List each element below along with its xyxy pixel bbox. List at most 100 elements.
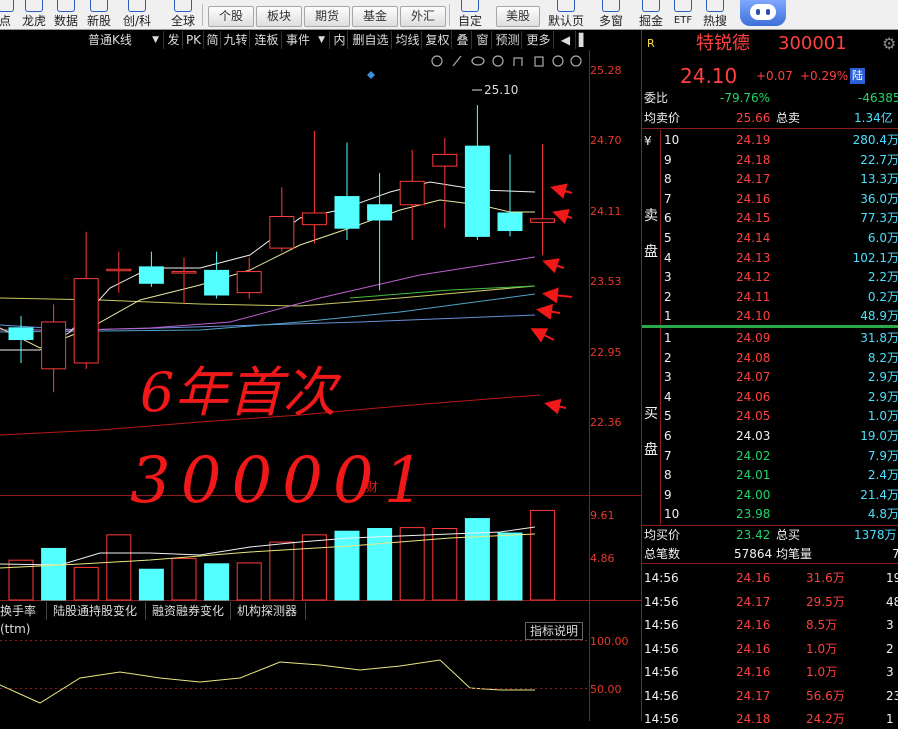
buy-level-row[interactable]: 5 24.05 1.0万: [642, 406, 898, 426]
toolbar-item-5[interactable]: 全球: [168, 0, 198, 30]
candle-body[interactable]: [464, 145, 490, 237]
collapse-right-icon[interactable]: ◀: [556, 31, 576, 49]
chart-option-delete-watchlist[interactable]: 删自选: [350, 31, 392, 49]
chart-option-more[interactable]: 更多: [524, 31, 554, 49]
buy-level-row[interactable]: 7 24.02 7.9万: [642, 446, 898, 466]
sell-level-row[interactable]: 8 24.17 13.3万: [642, 169, 898, 189]
volume-bar[interactable]: [301, 534, 327, 601]
toolbar-hot-search[interactable]: 热搜: [700, 0, 730, 30]
candle-body[interactable]: [106, 268, 132, 272]
button-forex[interactable]: 外汇: [400, 6, 446, 27]
toolbar-item-3[interactable]: 新股: [85, 0, 113, 30]
toolbar-item-1[interactable]: 龙虎: [20, 0, 48, 30]
sell-level-row[interactable]: 4 24.13 102.1万: [642, 248, 898, 268]
toolbar-multi-window[interactable]: 多窗: [596, 0, 626, 30]
expand-icon[interactable]: ▌: [577, 31, 590, 49]
tab-margin[interactable]: 融资融券变化: [149, 602, 231, 620]
gear-icon[interactable]: ⚙: [882, 32, 896, 56]
volume-bar[interactable]: [73, 566, 99, 601]
candle-body[interactable]: [301, 212, 327, 226]
buy-level-row[interactable]: 4 24.06 2.9万: [642, 387, 898, 407]
chart-option-events[interactable]: 事件 ▼: [284, 31, 330, 49]
chart-option-lianban[interactable]: 连板: [252, 31, 282, 49]
chart-option-nei[interactable]: 内: [332, 31, 348, 49]
volume-bar[interactable]: [106, 534, 132, 601]
toolbar-gold[interactable]: 掘金: [636, 0, 666, 30]
event-marker-icon[interactable]: [367, 71, 375, 79]
button-futures[interactable]: 期货: [304, 6, 350, 27]
candle-body[interactable]: [497, 212, 523, 232]
volume-bar[interactable]: [367, 528, 393, 601]
button-sector[interactable]: 板块: [256, 6, 302, 27]
buy-level-row[interactable]: 8 24.01 2.4万: [642, 465, 898, 485]
tab-turnover[interactable]: 换手率(ttm): [0, 602, 47, 636]
zoom-in-icon[interactable]: [570, 55, 582, 67]
sell-level-row[interactable]: 10 24.19 280.4万: [642, 130, 898, 150]
candle-body[interactable]: [138, 266, 164, 284]
candle-body[interactable]: [334, 196, 360, 229]
volume-bar[interactable]: [464, 518, 490, 601]
toolbar-item-0[interactable]: 点: [0, 0, 16, 30]
hand-icon[interactable]: [513, 57, 523, 66]
candle-body[interactable]: [8, 327, 34, 341]
chart-option-pk[interactable]: PK: [184, 31, 204, 49]
eye-icon[interactable]: [471, 56, 485, 66]
chart-option-jiuzhuan[interactable]: 九转: [222, 31, 250, 49]
chart-option-forecast[interactable]: 预测: [494, 31, 522, 49]
kline-type-select[interactable]: 普通K线 ▼: [86, 31, 164, 49]
toolbar-etf[interactable]: ETF: [670, 0, 696, 30]
button-stock[interactable]: 个股: [208, 6, 254, 27]
candle-body[interactable]: [269, 215, 295, 249]
chart-option-jian[interactable]: 简: [205, 31, 221, 49]
lock-icon[interactable]: [534, 56, 544, 67]
tab-northbound[interactable]: 陆股通持股变化: [50, 602, 146, 620]
toolbar-default-page[interactable]: 默认页: [546, 0, 586, 30]
assistant-robot-icon[interactable]: [740, 0, 786, 26]
sell-level-row[interactable]: 2 24.11 0.2万: [642, 287, 898, 307]
candle-body[interactable]: [41, 321, 67, 370]
chart-option-window[interactable]: 窗: [474, 31, 492, 49]
toolbar-custom[interactable]: 自定: [454, 0, 486, 30]
candle-body[interactable]: [204, 269, 230, 296]
buy-level-row[interactable]: 2 24.08 8.2万: [642, 348, 898, 368]
button-fund[interactable]: 基金: [352, 6, 398, 27]
settings-icon[interactable]: [431, 55, 443, 67]
chart-option-fa[interactable]: 发: [165, 31, 183, 49]
buy-level-row[interactable]: 1 24.09 31.8万: [642, 328, 898, 348]
candle-body[interactable]: [399, 180, 425, 206]
zoom-out-icon[interactable]: [552, 55, 564, 67]
sell-level-row[interactable]: 5 24.14 6.0万: [642, 228, 898, 248]
sell-level-row[interactable]: 9 24.18 22.7万: [642, 150, 898, 170]
sell-level-row[interactable]: 7 24.16 36.0万: [642, 189, 898, 209]
buy-level-row[interactable]: 10 23.98 4.8万: [642, 504, 898, 524]
buy-level-row[interactable]: 6 24.03 19.0万: [642, 426, 898, 446]
tab-institution[interactable]: 机构探测器: [234, 602, 306, 620]
buy-level-row[interactable]: 3 24.07 2.9万: [642, 367, 898, 387]
candle-body[interactable]: [367, 204, 393, 221]
toolbar-item-4[interactable]: 创/科: [118, 0, 156, 30]
toolbar-item-2[interactable]: 数据: [52, 0, 80, 30]
volume-bar[interactable]: [497, 532, 523, 601]
sell-level-row[interactable]: 6 24.15 77.3万: [642, 208, 898, 228]
candle-body[interactable]: [171, 271, 197, 274]
pen-icon[interactable]: [452, 55, 462, 67]
chart-option-overlay[interactable]: 叠: [454, 31, 472, 49]
volume-bar[interactable]: [41, 547, 67, 601]
button-us-stock[interactable]: 美股: [496, 6, 540, 27]
candle-body[interactable]: [530, 218, 556, 223]
volume-bar[interactable]: [236, 562, 262, 601]
candle-body[interactable]: [432, 153, 458, 167]
indicator-help-button[interactable]: 指标说明: [525, 622, 583, 640]
volume-bar[interactable]: [171, 557, 197, 601]
candle-body[interactable]: [236, 271, 262, 294]
volume-bar[interactable]: [334, 530, 360, 601]
volume-bar[interactable]: [138, 568, 164, 601]
volume-bar[interactable]: [204, 563, 230, 601]
chart-option-adjust[interactable]: 复权: [424, 31, 452, 49]
volume-bar[interactable]: [530, 509, 556, 601]
chart-option-ma[interactable]: 均线: [394, 31, 422, 49]
volume-bar[interactable]: [399, 527, 425, 601]
sell-level-row[interactable]: 1 24.10 48.9万: [642, 306, 898, 326]
sell-level-row[interactable]: 3 24.12 2.2万: [642, 267, 898, 287]
candle-body[interactable]: [73, 278, 99, 364]
